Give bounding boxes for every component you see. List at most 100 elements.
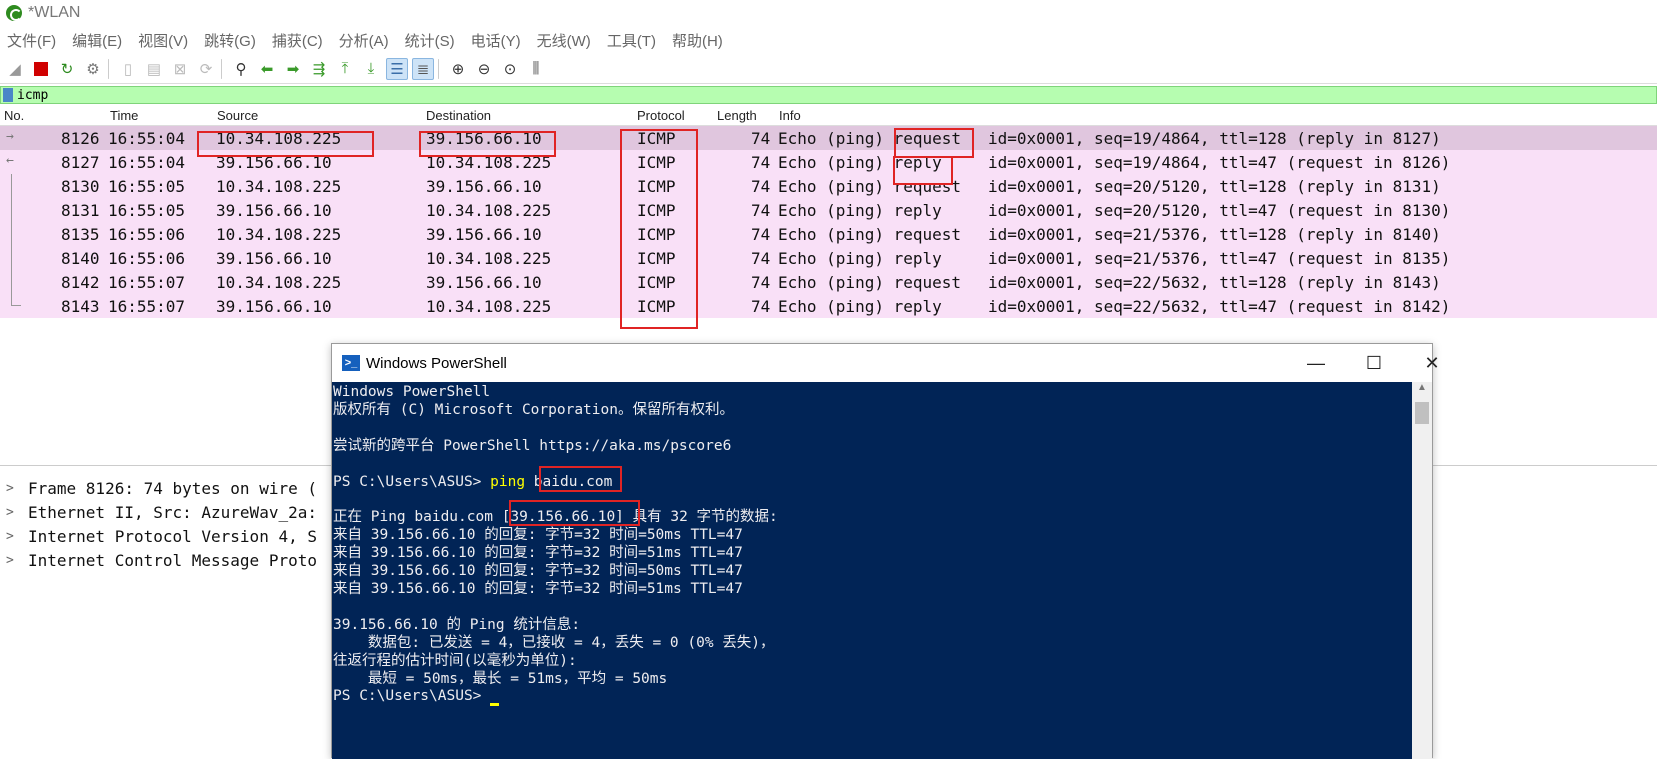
- go-first-icon[interactable]: ⤒: [334, 58, 356, 80]
- open-file-icon[interactable]: ▯: [117, 58, 139, 80]
- scroll-up-icon[interactable]: ▲: [1412, 382, 1432, 400]
- col-length[interactable]: Length: [717, 108, 757, 123]
- packet-info-type: Echo (ping) request: [778, 225, 962, 244]
- display-filter-input[interactable]: [17, 87, 417, 103]
- packet-row[interactable]: ← 8127 16:55:04 39.156.66.10 10.34.108.2…: [0, 150, 1657, 174]
- chevron-right-icon[interactable]: >: [6, 553, 20, 568]
- shark-fin-start-icon[interactable]: ◢: [4, 58, 26, 80]
- powershell-icon: >_: [342, 355, 360, 371]
- zoom-out-icon[interactable]: ⊖: [473, 58, 495, 80]
- related-packet-line: [11, 174, 12, 198]
- packet-protocol: ICMP: [637, 177, 676, 196]
- col-time[interactable]: Time: [110, 108, 138, 123]
- find-packet-icon[interactable]: ⚲: [230, 58, 252, 80]
- maximize-icon[interactable]: ☐: [1345, 344, 1403, 382]
- packet-time: 16:55:06: [108, 225, 186, 244]
- terminal-prompt: PS C:\Users\ASUS>: [333, 688, 491, 705]
- terminal-text: 具有 32 字节的数据:: [623, 509, 778, 526]
- terminal-argument: baidu.com: [525, 473, 613, 490]
- title-bar: *WLAN: [0, 0, 1657, 26]
- menu-help[interactable]: 帮助(H): [672, 30, 723, 51]
- packet-protocol: ICMP: [637, 153, 676, 172]
- packet-no: 8135: [61, 225, 100, 244]
- packet-time: 16:55:06: [108, 249, 186, 268]
- related-packet-line: [11, 270, 12, 294]
- packet-row[interactable]: 8135 16:55:06 10.34.108.225 39.156.66.10…: [0, 222, 1657, 246]
- go-back-icon[interactable]: ⬅: [256, 58, 278, 80]
- packet-protocol: ICMP: [637, 129, 676, 148]
- bookmark-icon[interactable]: [3, 88, 13, 102]
- minimize-icon[interactable]: —: [1287, 344, 1345, 382]
- capture-options-icon[interactable]: ⚙: [82, 58, 104, 80]
- zoom-in-icon[interactable]: ⊕: [447, 58, 469, 80]
- powershell-terminal[interactable]: Windows PowerShell 版权所有 (C) Microsoft Cor…: [332, 382, 1412, 759]
- colorize-icon[interactable]: ≣: [412, 57, 434, 80]
- packet-length: 74: [751, 177, 771, 196]
- packet-row[interactable]: 8130 16:55:05 10.34.108.225 39.156.66.10…: [0, 174, 1657, 198]
- menu-capture[interactable]: 捕获(C): [272, 30, 323, 51]
- packet-row[interactable]: 8140 16:55:06 39.156.66.10 10.34.108.225…: [0, 246, 1657, 270]
- packet-row[interactable]: 8131 16:55:05 39.156.66.10 10.34.108.225…: [0, 198, 1657, 222]
- menu-telephony[interactable]: 电话(Y): [471, 30, 521, 51]
- chevron-right-icon[interactable]: >: [6, 529, 20, 544]
- reload-file-icon[interactable]: ⟳: [195, 58, 217, 80]
- packet-info-type: Echo (ping) request: [778, 129, 962, 148]
- terminal-scrollbar[interactable]: ▲: [1412, 382, 1432, 759]
- packet-source: 10.34.108.225: [216, 273, 342, 292]
- packet-info-type: Echo (ping) reply: [778, 249, 942, 268]
- packet-time: 16:55:05: [108, 177, 186, 196]
- menu-statistics[interactable]: 统计(S): [405, 30, 455, 51]
- packet-no: 8127: [61, 153, 100, 172]
- menu-view[interactable]: 视图(V): [138, 30, 188, 51]
- go-to-packet-icon[interactable]: ⇶: [308, 58, 330, 80]
- packet-time: 16:55:04: [108, 153, 186, 172]
- packet-list: → 8126 16:55:04 10.34.108.225 39.156.66.…: [0, 126, 1657, 318]
- menu-go[interactable]: 跳转(G): [204, 30, 256, 51]
- main-toolbar: ◢ ↻ ⚙ ▯ ▤ ⊠ ⟳ ⚲ ⬅ ➡ ⇶ ⤒ ⤓ ☰ ≣ ⊕ ⊖ ⊙ ⫼: [0, 54, 1657, 84]
- packet-row[interactable]: 8143 16:55:07 39.156.66.10 10.34.108.225…: [0, 294, 1657, 318]
- menu-tools[interactable]: 工具(T): [607, 30, 656, 51]
- col-source[interactable]: Source: [217, 108, 258, 123]
- go-forward-icon[interactable]: ➡: [282, 58, 304, 80]
- packet-length: 74: [751, 225, 771, 244]
- go-last-icon[interactable]: ⤓: [360, 58, 382, 80]
- scrollbar-thumb[interactable]: [1415, 402, 1429, 424]
- auto-scroll-icon[interactable]: ☰: [386, 57, 408, 80]
- toolbar-divider: [221, 58, 222, 79]
- menu-analyze[interactable]: 分析(A): [339, 30, 389, 51]
- packet-length: 74: [751, 201, 771, 220]
- packet-time: 16:55:05: [108, 201, 186, 220]
- restart-capture-icon[interactable]: ↻: [56, 58, 78, 80]
- col-no[interactable]: No.: [4, 108, 24, 123]
- packet-destination: 10.34.108.225: [426, 201, 552, 220]
- menu-wireless[interactable]: 无线(W): [537, 30, 591, 51]
- packet-row[interactable]: 8142 16:55:07 10.34.108.225 39.156.66.10…: [0, 270, 1657, 294]
- terminal-reply-line: 来自 39.156.66.10 的回复: 字节=32 时间=50ms TTL=4…: [333, 563, 743, 580]
- detail-text: Frame 8126: 74 bytes on wire (: [28, 478, 317, 498]
- chevron-right-icon[interactable]: >: [6, 481, 20, 496]
- packet-time: 16:55:04: [108, 129, 186, 148]
- packet-destination: 39.156.66.10: [426, 177, 542, 196]
- stop-capture-icon[interactable]: [30, 58, 52, 80]
- resize-columns-icon[interactable]: ⫼: [525, 58, 547, 80]
- packet-info-type: Echo (ping) reply: [778, 201, 942, 220]
- menu-file[interactable]: 文件(F): [7, 30, 56, 51]
- packet-row[interactable]: → 8126 16:55:04 10.34.108.225 39.156.66.…: [0, 126, 1657, 150]
- close-file-icon[interactable]: ⊠: [169, 58, 191, 80]
- close-icon[interactable]: ✕: [1403, 344, 1461, 382]
- packet-info-detail: id=0x0001, seq=21/5376, ttl=128 (reply i…: [988, 225, 1441, 244]
- chevron-right-icon[interactable]: >: [6, 505, 20, 520]
- col-protocol[interactable]: Protocol: [637, 108, 685, 123]
- packet-source: 10.34.108.225: [216, 177, 342, 196]
- packet-source: 39.156.66.10: [216, 297, 332, 316]
- zoom-reset-icon[interactable]: ⊙: [499, 58, 521, 80]
- col-info[interactable]: Info: [779, 108, 801, 123]
- terminal-stats-line: 往返行程的估计时间(以毫秒为单位):: [333, 652, 577, 669]
- packet-source: 39.156.66.10: [216, 153, 332, 172]
- related-packet-line: [11, 198, 12, 222]
- save-file-icon[interactable]: ▤: [143, 58, 165, 80]
- col-destination[interactable]: Destination: [426, 108, 491, 123]
- menu-edit[interactable]: 编辑(E): [72, 30, 122, 51]
